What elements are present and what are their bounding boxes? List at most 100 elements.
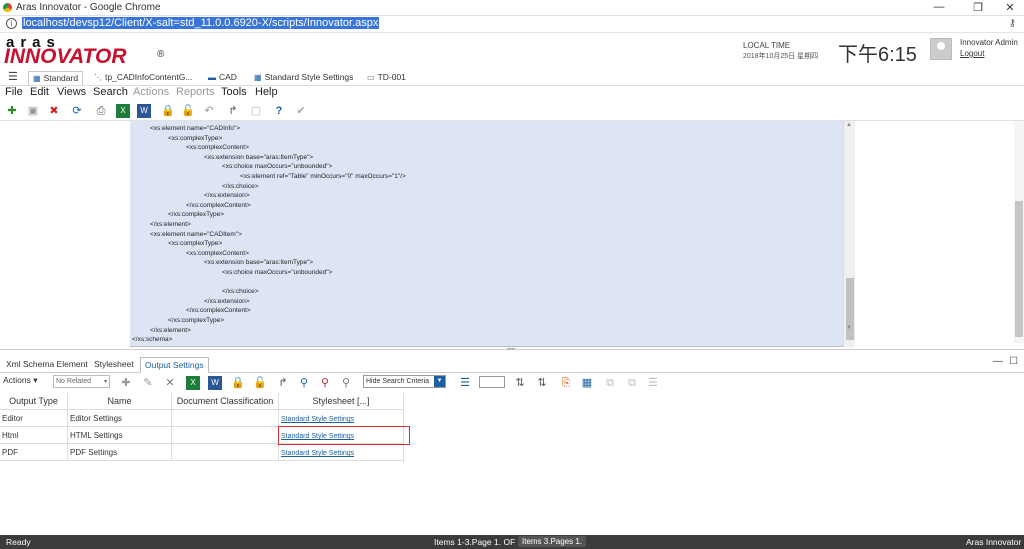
paste-icon[interactable]: ⧉ — [625, 376, 639, 390]
tab-xml-schema-element[interactable]: Xml Schema Element — [2, 357, 92, 371]
menu-edit[interactable]: Edit — [30, 86, 49, 98]
menu-actions[interactable]: Actions — [133, 86, 169, 98]
tab-output-settings[interactable]: Output Settings — [140, 357, 209, 373]
xml-line: </xs:choice> — [222, 182, 259, 190]
sort-desc-icon[interactable]: ⇅ — [535, 376, 549, 390]
tree-icon: ⋱ — [94, 73, 102, 82]
cell-classification[interactable] — [172, 427, 279, 444]
sort-asc-icon[interactable]: ⇅ — [513, 376, 527, 390]
help-icon[interactable]: ? — [272, 104, 286, 118]
xml-line: <xs:element ref="Table" minOccurs="0" ma… — [240, 173, 406, 180]
status-pages: Items 3.Pages 1. — [518, 536, 587, 547]
address-bar[interactable]: i localhost/devsp12/Client/X-salt=std_11… — [0, 16, 1024, 33]
menu-file[interactable]: File — [5, 86, 23, 98]
related-select[interactable]: No Related ▾ — [53, 375, 110, 388]
print-icon[interactable]: ⎙ — [94, 104, 108, 118]
tab-cad[interactable]: ▬ CAD — [204, 71, 241, 85]
menu-tools[interactable]: Tools — [221, 86, 247, 98]
logout-link[interactable]: Logout — [960, 49, 984, 58]
xml-line: </xs:complexType> — [168, 317, 224, 324]
tab-stylesheet[interactable]: Stylesheet — [90, 357, 138, 371]
info-icon[interactable]: i — [6, 18, 17, 29]
maximize-pane-icon[interactable]: ☐ — [1009, 356, 1018, 367]
delete-icon[interactable]: ✖ — [47, 104, 61, 118]
search-icon[interactable]: ⚲ — [297, 376, 311, 390]
menu-views[interactable]: Views — [57, 86, 86, 98]
cell-output-type[interactable]: PDF — [0, 444, 68, 461]
word-icon[interactable]: W — [137, 104, 151, 118]
excel-icon[interactable]: X — [116, 104, 130, 118]
save-icon[interactable]: ▣ — [26, 104, 40, 118]
search-mode-select[interactable]: Hide Search Criteria ▼ — [363, 375, 446, 388]
lock-row-icon[interactable]: 🔒 — [231, 376, 245, 390]
status-items: Items 1-3.Page 1. OF — [434, 537, 516, 547]
cell-output-type[interactable]: Editor — [0, 410, 68, 427]
avatar[interactable] — [930, 38, 952, 60]
tab-cadinfo[interactable]: ⋱ tp_CADInfoContentG... — [90, 71, 196, 85]
page-scroll-thumb[interactable] — [1015, 201, 1023, 337]
tab-td001[interactable]: ▭ TD-001 — [363, 71, 410, 85]
list-icon[interactable]: ☰ — [646, 376, 660, 390]
word-export-icon[interactable]: W — [208, 376, 222, 390]
page-size-icon[interactable]: ☰ — [458, 376, 472, 390]
clear-search-icon[interactable]: ⚲ — [318, 376, 332, 390]
hamburger-icon[interactable]: ☰ — [8, 70, 18, 83]
xml-line: </xs:complexContent> — [186, 307, 251, 315]
cell-name[interactable]: Editor Settings — [68, 410, 172, 427]
stylesheet-link[interactable]: Standard Style Settings — [281, 450, 354, 457]
remove-icon[interactable]: ✕ — [163, 376, 177, 390]
minimize-pane-icon[interactable]: — — [993, 356, 1003, 367]
tab-standard-style[interactable]: ▦ Standard Style Settings — [250, 71, 357, 85]
excel-export-icon[interactable]: X — [186, 376, 200, 390]
cell-output-type[interactable]: Html — [0, 427, 68, 444]
splitter-grip-icon[interactable]: •••• — [507, 347, 515, 353]
menu-search[interactable]: Search — [93, 86, 128, 98]
key-icon[interactable]: ⚷ — [1009, 18, 1016, 29]
page-size-input[interactable] — [479, 376, 505, 388]
column-header-document-classification[interactable]: Document Classification — [172, 393, 279, 410]
cell-classification[interactable] — [172, 410, 279, 427]
where-used-icon[interactable]: ⎘ — [559, 376, 573, 390]
search-options-icon[interactable]: ⚲ — [339, 376, 353, 390]
lock-icon[interactable]: 🔒 — [161, 104, 175, 118]
undo-icon[interactable]: ↶ — [202, 104, 216, 118]
cad-icon: ▬ — [208, 73, 216, 82]
xml-schema-view[interactable]: <xs:element name="CADInfo"> <xs:complexTy… — [130, 121, 843, 347]
cell-classification[interactable] — [172, 444, 279, 461]
refresh-icon[interactable]: ⟳ — [70, 104, 84, 118]
xml-scrollbar[interactable]: ▲ ▼ — [843, 121, 855, 347]
minimize-icon[interactable]: — — [927, 1, 951, 13]
main-toolbar: ✚ ▣ ✖ ⟳ ⎙ X W 🔒 🔓 ↶ ↱ ▢ ? ✔ — [0, 101, 1024, 121]
cell-name[interactable]: HTML Settings — [68, 427, 172, 444]
xml-line: <xs:choice maxOccurs="unbounded"> — [222, 163, 333, 171]
structure-icon[interactable]: ▦ — [580, 376, 594, 390]
unlock-icon[interactable]: 🔓 — [181, 104, 195, 118]
unlock-row-icon[interactable]: 🔓 — [253, 376, 267, 390]
stylesheet-link[interactable]: Standard Style Settings — [281, 416, 354, 423]
copy-icon[interactable]: ⧉ — [603, 376, 617, 390]
promote-row-icon[interactable]: ↱ — [276, 376, 290, 390]
cell-name[interactable]: PDF Settings — [68, 444, 172, 461]
tab-standard[interactable]: ▦ Standard — [28, 71, 84, 85]
xml-line: <xs:complexType> — [168, 134, 223, 142]
scroll-up-icon[interactable]: ▲ — [846, 122, 852, 128]
restore-icon[interactable]: ❐ — [966, 1, 990, 14]
column-header-name[interactable]: Name — [68, 393, 172, 410]
done-icon[interactable]: ✔ — [294, 104, 308, 118]
new-icon[interactable]: ✚ — [5, 104, 19, 118]
column-header-stylesheet[interactable]: Stylesheet [...] — [279, 393, 404, 410]
add-row-icon[interactable]: ✚ — [119, 376, 133, 390]
column-header-output-type[interactable]: Output Type — [0, 393, 68, 410]
actions-menu[interactable]: Actions ▾ — [3, 375, 38, 386]
url-text[interactable]: localhost/devsp12/Client/X-salt=std_11.0… — [22, 17, 380, 29]
scroll-down-icon[interactable]: ▼ — [846, 325, 852, 331]
claim-icon[interactable]: ▢ — [249, 104, 263, 118]
page-scrollbar[interactable] — [1014, 121, 1024, 343]
menu-reports[interactable]: Reports — [176, 86, 215, 98]
menu-help[interactable]: Help — [255, 86, 278, 98]
promote-icon[interactable]: ↱ — [226, 104, 240, 118]
close-icon[interactable]: ✕ — [998, 1, 1022, 14]
brand-reg: ® — [157, 49, 165, 60]
xml-line: </xs:extension> — [204, 192, 250, 200]
pick-icon[interactable]: ✎ — [141, 376, 155, 390]
